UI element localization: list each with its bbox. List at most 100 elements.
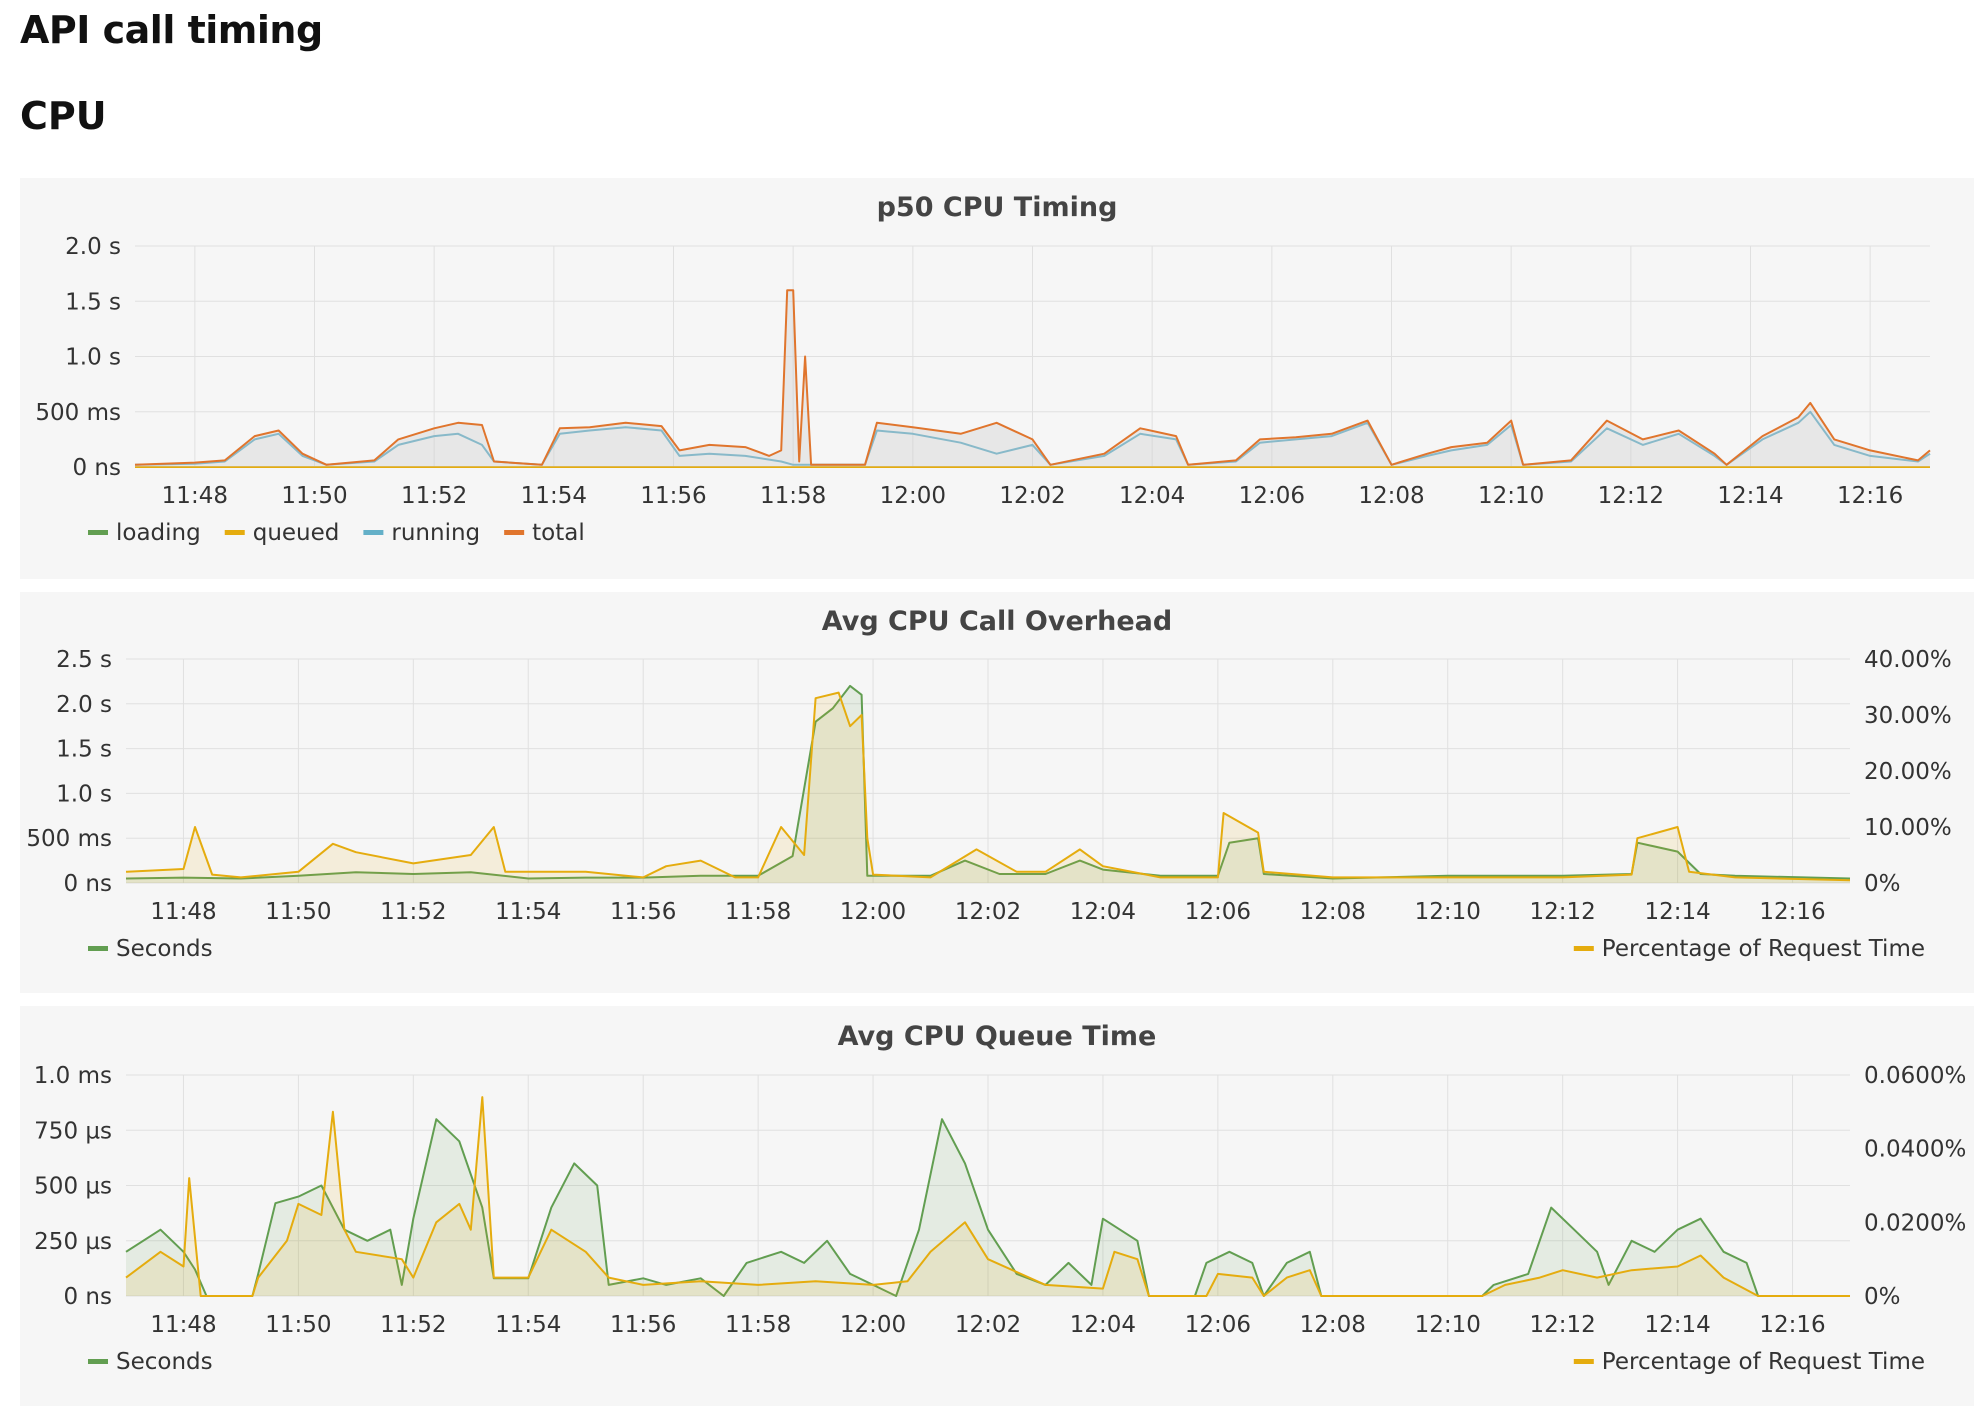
chart-p50-cpu-timing: p50 CPU Timing 11:48 11:50 11:52 11:54 11:56 1…: [35, 192, 1931, 546]
y-tick-label: 0 ns: [63, 871, 112, 897]
x-tick-label: 12:12: [1530, 1312, 1596, 1338]
y2-tick-label: 0.0400%: [1864, 1137, 1966, 1163]
legend-label-seconds[interactable]: Seconds: [116, 936, 213, 962]
y2-tick-label: 0%: [1864, 1284, 1901, 1310]
x-tick-label: 12:16: [1759, 899, 1825, 925]
y2-tick-label: 20.00%: [1864, 759, 1952, 785]
y-tick-label: 0 ns: [63, 1284, 112, 1310]
x-tick-label: 11:56: [610, 1312, 676, 1338]
x-tick-label: 11:50: [265, 899, 331, 925]
x-tick-label: 12:02: [955, 899, 1021, 925]
legend-swatch-total: [504, 530, 525, 535]
y2-tick-label: 10.00%: [1864, 815, 1952, 841]
x-tick-label: 12:14: [1644, 899, 1710, 925]
x-tick-label: 11:52: [401, 483, 467, 509]
page-title: API call timing: [20, 8, 323, 52]
x-tick-label: 11:58: [725, 899, 791, 925]
legend-swatch-queued: [224, 530, 245, 535]
x-tick-label: 12:12: [1598, 483, 1664, 509]
legend-label-running[interactable]: running: [391, 520, 480, 546]
x-tick-label: 12:08: [1358, 483, 1424, 509]
x-tick-label: 11:54: [495, 899, 561, 925]
x-tick-label: 12:16: [1759, 1312, 1825, 1338]
chart-title: p50 CPU Timing: [877, 192, 1118, 223]
legend-swatch-seconds: [88, 1359, 108, 1364]
x-tick-label: 12:02: [955, 1312, 1021, 1338]
y-tick-label: 1.5 s: [56, 737, 112, 763]
panel-avg-cpu-call-overhead[interactable]: Avg CPU Call Overhead 11:48 11:50 11:52 11:5…: [20, 592, 1974, 993]
x-tick-label: 11:54: [495, 1312, 561, 1338]
legend: Seconds Percentage of Request Time: [88, 1349, 1925, 1375]
legend: Seconds Percentage of Request Time: [88, 936, 1925, 962]
legend-swatch-running: [363, 530, 384, 535]
x-tick-label: 12:02: [999, 483, 1065, 509]
y2-tick-label: 0.0600%: [1864, 1063, 1966, 1089]
x-tick-label: 11:48: [150, 1312, 216, 1338]
x-tick-label: 11:50: [281, 483, 347, 509]
x-tick-label: 12:04: [1119, 483, 1185, 509]
panel-avg-cpu-queue-time[interactable]: Avg CPU Queue Time 11:48 11:50 11:52 11:54 11…: [20, 1006, 1974, 1406]
y-tick-label: 1.0 ms: [34, 1063, 112, 1089]
y-tick-label: 1.5 s: [65, 289, 121, 315]
y2-tick-label: 0.0200%: [1864, 1210, 1966, 1236]
x-tick-label: 12:12: [1530, 899, 1596, 925]
x-tick-label: 11:56: [640, 483, 706, 509]
legend-label-total[interactable]: total: [532, 520, 585, 546]
y-tick-label: 1.0 s: [65, 345, 121, 371]
legend-label-percentage[interactable]: Percentage of Request Time: [1602, 1349, 1925, 1375]
y-tick-label: 500 ms: [26, 826, 112, 852]
x-tick-label: 12:10: [1478, 483, 1544, 509]
x-tick-label: 12:14: [1717, 483, 1783, 509]
x-tick-label: 11:50: [265, 1312, 331, 1338]
legend-swatch-percentage: [1573, 946, 1594, 951]
x-tick-label: 11:48: [162, 483, 228, 509]
y2-tick-label: 0%: [1864, 871, 1901, 897]
x-tick-label: 11:52: [380, 1312, 446, 1338]
x-tick-label: 11:48: [150, 899, 216, 925]
chart-avg-cpu-queue-time: Avg CPU Queue Time 11:48 11:50 11:52 11:54 11…: [34, 1021, 1967, 1375]
y-tick-label: 2.0 s: [65, 234, 121, 260]
x-tick-label: 12:10: [1415, 1312, 1481, 1338]
x-tick-label: 12:10: [1415, 899, 1481, 925]
x-tick-label: 12:06: [1185, 1312, 1251, 1338]
x-tick-label: 11:56: [610, 899, 676, 925]
legend-label-queued[interactable]: queued: [253, 520, 340, 546]
legend-label-loading[interactable]: loading: [116, 520, 201, 546]
x-tick-label: 11:58: [760, 483, 826, 509]
panel-p50-cpu-timing[interactable]: p50 CPU Timing 11:48 11:50 11:52 11:54 11:56 1…: [20, 178, 1974, 579]
y2-tick-label: 40.00%: [1864, 647, 1952, 673]
x-tick-label: 12:08: [1300, 899, 1366, 925]
x-tick-label: 12:00: [880, 483, 946, 509]
x-tick-label: 12:06: [1239, 483, 1305, 509]
y-tick-label: 500 ms: [35, 400, 121, 426]
section-title: CPU: [20, 94, 107, 138]
x-tick-label: 11:52: [380, 899, 446, 925]
legend-swatch-loading: [88, 530, 108, 535]
x-tick-label: 11:58: [725, 1312, 791, 1338]
legend: loading queued running total: [88, 520, 585, 546]
x-tick-label: 12:00: [840, 1312, 906, 1338]
y-tick-label: 2.5 s: [56, 647, 112, 673]
x-tick-label: 12:06: [1185, 899, 1251, 925]
x-tick-label: 12:04: [1070, 899, 1136, 925]
chart-avg-cpu-call-overhead: Avg CPU Call Overhead 11:48 11:50 11:52 11:5…: [26, 606, 1952, 962]
chart-title: Avg CPU Queue Time: [838, 1021, 1157, 1052]
y-tick-label: 500 µs: [34, 1174, 112, 1200]
y2-tick-label: 30.00%: [1864, 703, 1952, 729]
legend-label-percentage[interactable]: Percentage of Request Time: [1602, 936, 1925, 962]
x-tick-label: 12:16: [1837, 483, 1903, 509]
legend-swatch-percentage: [1573, 1359, 1594, 1364]
legend-swatch-seconds: [88, 946, 108, 951]
y-tick-label: 1.0 s: [56, 781, 112, 807]
x-tick-label: 12:08: [1300, 1312, 1366, 1338]
y-tick-label: 2.0 s: [56, 692, 112, 718]
x-tick-label: 12:00: [840, 899, 906, 925]
y-tick-label: 750 µs: [34, 1118, 112, 1144]
x-tick-label: 12:04: [1070, 1312, 1136, 1338]
y-tick-label: 250 µs: [34, 1229, 112, 1255]
x-tick-label: 12:14: [1644, 1312, 1710, 1338]
x-tick-label: 11:54: [521, 483, 587, 509]
y-tick-label: 0 ns: [72, 455, 121, 481]
legend-label-seconds[interactable]: Seconds: [116, 1349, 213, 1375]
chart-title: Avg CPU Call Overhead: [822, 606, 1172, 637]
